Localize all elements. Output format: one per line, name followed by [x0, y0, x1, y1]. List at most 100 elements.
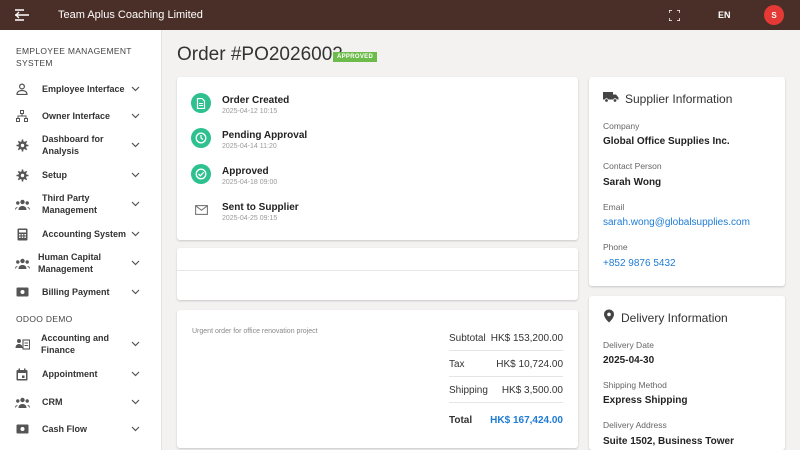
total-label: Total [449, 415, 473, 426]
supplier-header: Supplier Information [603, 91, 732, 107]
calendar-icon [14, 366, 30, 382]
chevron-down-icon [130, 140, 140, 150]
sidebar-item-dashboard[interactable]: Dashboard for Analysis [0, 132, 162, 158]
sidebar-item-cash-flow[interactable]: Cash Flow [0, 416, 162, 442]
total-value: HK$ 167,424.00 [490, 415, 563, 426]
truck-icon [603, 90, 619, 108]
subtotal-label: Subtotal [449, 333, 486, 344]
shipping-label: Shipping [449, 385, 488, 396]
sidebar-item-billing-payment[interactable]: Billing Payment [0, 279, 162, 305]
sidebar-item-employee-interface[interactable]: Employee Interface [0, 76, 162, 102]
timeline-time: 2025-04-12 10:15 [222, 108, 278, 115]
sidebar-item-label: Employee Interface [42, 84, 125, 94]
app-title: Team Aplus Coaching Limited [58, 9, 203, 21]
chevron-down-icon [130, 369, 140, 379]
sidebar-item-accounting-system[interactable]: Accounting System [0, 221, 162, 247]
delivery-date-label: Delivery Date [603, 340, 655, 350]
supplier-card: Supplier Information Company Global Offi… [589, 77, 785, 286]
shipping-row: Shipping HK$ 3,500.00 [449, 377, 563, 403]
status-badge: APPROVED [333, 52, 378, 62]
sidebar-item-setup[interactable]: Setup [0, 162, 162, 188]
sidebar-item-label: Human Capital Management [38, 252, 102, 274]
person-icon [14, 81, 30, 97]
clock-icon [191, 128, 211, 148]
sidebar-item-crm[interactable]: CRM [0, 389, 162, 415]
shipping-method-label: Shipping Method [603, 380, 667, 390]
delivery-address-value: Suite 1502, Business Tower [603, 436, 734, 447]
chevron-down-icon [130, 397, 140, 407]
divider [177, 270, 578, 271]
timeline-label: Order Created [222, 95, 290, 106]
sidebar-item-label: Accounting and Finance [41, 333, 109, 355]
group-icon [14, 255, 30, 271]
timeline-label: Sent to Supplier [222, 202, 299, 213]
delivery-card: Delivery Information Delivery Date 2025-… [589, 296, 785, 450]
subtotal-value: HK$ 153,200.00 [490, 333, 563, 344]
supplier-heading: Supplier Information [625, 92, 733, 106]
group-icon [14, 196, 30, 212]
sidebar-item-label: Accounting System [42, 229, 127, 239]
chevron-down-icon [130, 424, 140, 434]
company-value: Global Office Supplies Inc. [603, 136, 730, 147]
language-switch[interactable]: EN [718, 10, 731, 20]
section-heading-odoo: ODOO DEMO [16, 314, 73, 324]
email-link[interactable]: sarah.wong@globalsupplies.com [603, 217, 750, 228]
sidebar-item-label: Setup [42, 170, 68, 180]
top-app-bar: Team Aplus Coaching Limited EN S [0, 0, 800, 30]
timeline-label: Pending Approval [222, 130, 308, 141]
org-chart-icon [14, 108, 30, 124]
sidebar-item-appointment[interactable]: Appointment [0, 361, 162, 387]
phone-link[interactable]: +852 9876 5432 [603, 258, 676, 269]
order-note: Urgent order for office renovation proje… [192, 328, 318, 335]
phone-label: Phone [603, 242, 628, 252]
document-icon [191, 93, 211, 113]
money-icon [14, 421, 30, 437]
timeline-time: 2025-04-18 09:00 [222, 179, 278, 186]
fullscreen-icon[interactable] [666, 7, 682, 23]
gear-icon [14, 137, 30, 153]
delivery-heading: Delivery Information [621, 311, 728, 325]
timeline-label: Approved [222, 166, 269, 177]
money-icon [14, 284, 30, 300]
sidebar-item-label: Cash Flow [42, 424, 88, 434]
sidebar-item-label: CRM [42, 397, 63, 407]
calculator-icon [14, 226, 30, 242]
section-heading-employee: EMPLOYEE MANAGEMENT SYSTEM [16, 46, 132, 68]
sidebar-item-accounting-finance[interactable]: Accounting and Finance [0, 331, 162, 357]
contact-label: Contact Person [603, 161, 662, 171]
chevron-down-icon [130, 258, 140, 268]
sidebar-item-label: Dashboard for Analysis [42, 134, 104, 156]
id-card-icon [14, 336, 30, 352]
gear-icon [14, 167, 30, 183]
sidebar: EMPLOYEE MANAGEMENT SYSTEM Employee Inte… [0, 30, 162, 450]
chevron-down-icon [130, 199, 140, 209]
subtotal-row: Subtotal HK$ 153,200.00 [449, 325, 563, 351]
chevron-down-icon [130, 229, 140, 239]
sidebar-item-label: Billing Payment [42, 287, 110, 297]
menu-collapse-icon[interactable] [0, 0, 44, 30]
timeline-time: 2025-04-25 09:15 [222, 215, 278, 222]
shipping-value: HK$ 3,500.00 [501, 385, 563, 396]
delivery-date-value: 2025-04-30 [603, 355, 655, 366]
avatar[interactable]: S [764, 5, 784, 25]
company-label: Company [603, 121, 640, 131]
email-label: Email [603, 202, 625, 212]
check-circle-icon [191, 164, 211, 184]
sidebar-item-third-party[interactable]: Third Party Management [0, 191, 162, 217]
group-icon [14, 394, 30, 410]
items-card [177, 248, 578, 300]
shipping-method-value: Express Shipping [603, 395, 688, 406]
sidebar-item-label: Appointment [42, 369, 98, 379]
location-pin-icon [603, 309, 615, 328]
timeline-time: 2025-04-14 11:20 [222, 143, 277, 150]
chevron-down-icon [130, 287, 140, 297]
sidebar-item-human-capital[interactable]: Human Capital Management [0, 250, 162, 276]
delivery-header: Delivery Information [603, 309, 728, 328]
tax-value: HK$ 10,724.00 [496, 359, 563, 370]
sidebar-item-owner-interface[interactable]: Owner Interface [0, 103, 162, 129]
chevron-down-icon [130, 84, 140, 94]
tax-label: Tax [449, 359, 465, 370]
tax-row: Tax HK$ 10,724.00 [449, 351, 563, 377]
contact-value: Sarah Wong [603, 177, 662, 188]
sidebar-item-label: Owner Interface [42, 111, 111, 121]
